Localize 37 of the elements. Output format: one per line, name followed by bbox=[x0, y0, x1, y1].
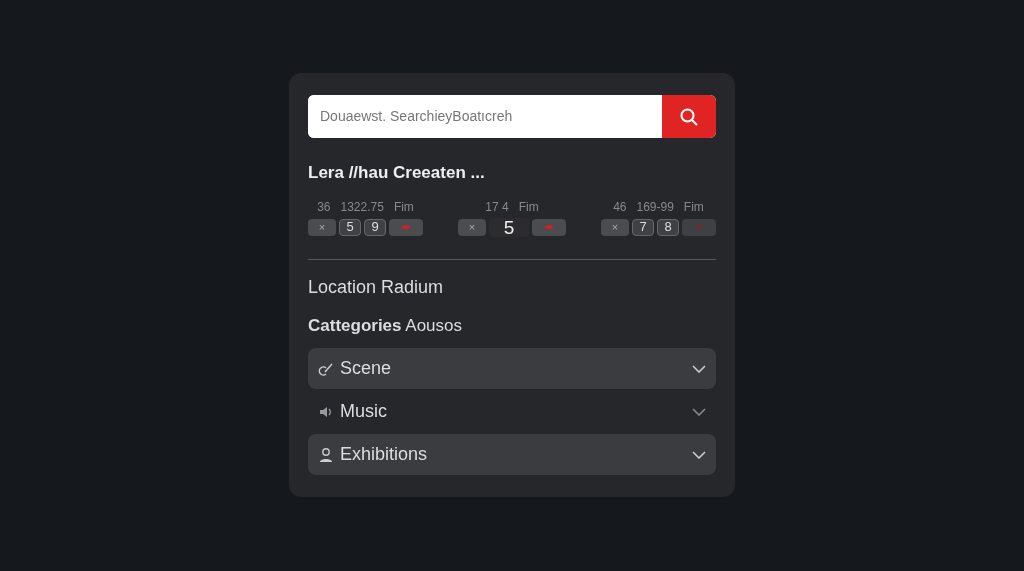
number-cell[interactable]: 7 bbox=[632, 218, 654, 236]
cell-label: Fim bbox=[518, 198, 539, 216]
number-cell[interactable]: 5 bbox=[339, 218, 361, 236]
remove-button[interactable]: × bbox=[601, 218, 629, 236]
remove-button[interactable]: × bbox=[308, 218, 336, 236]
category-label: Exhibitions bbox=[340, 443, 429, 466]
dot-icon bbox=[402, 225, 410, 229]
cell-label: 36 bbox=[317, 198, 331, 216]
cell-label: 46 bbox=[613, 198, 627, 216]
record-button[interactable] bbox=[682, 218, 716, 236]
category-label: Music bbox=[340, 400, 388, 423]
location-label: Location Radium bbox=[308, 275, 445, 299]
category-dropdown[interactable]: Music bbox=[308, 391, 716, 432]
category-dropdown[interactable]: Scene bbox=[308, 348, 716, 389]
cell-label: Fim bbox=[683, 198, 704, 216]
record-button[interactable] bbox=[389, 218, 423, 236]
number-cell[interactable]: 9 bbox=[364, 218, 386, 236]
search-icon bbox=[679, 106, 699, 127]
cell-label: 1322.75 bbox=[340, 198, 384, 216]
cell-label: 169-99 bbox=[636, 198, 674, 216]
dot-icon bbox=[695, 225, 703, 229]
remove-button[interactable]: × bbox=[458, 218, 486, 236]
person-icon bbox=[318, 446, 334, 463]
category-label: Scene bbox=[340, 357, 393, 380]
number-cell[interactable]: 8 bbox=[657, 218, 679, 236]
section-heading: Lera //hau Creeaten ... bbox=[308, 162, 486, 184]
category-dropdown[interactable]: Exhibitions bbox=[308, 434, 716, 475]
cell-label: 17 4 bbox=[485, 198, 509, 216]
number-cell[interactable]: 5 bbox=[489, 217, 529, 237]
record-button[interactable] bbox=[532, 218, 566, 236]
categories-label: Cattegories Aousos bbox=[308, 314, 464, 337]
chevron-down-icon bbox=[692, 364, 706, 373]
dot-icon bbox=[545, 225, 553, 229]
chevron-down-icon bbox=[692, 407, 706, 416]
chevron-down-icon bbox=[692, 450, 706, 459]
search-button[interactable] bbox=[662, 95, 716, 138]
cell-label: Fim bbox=[393, 198, 414, 216]
